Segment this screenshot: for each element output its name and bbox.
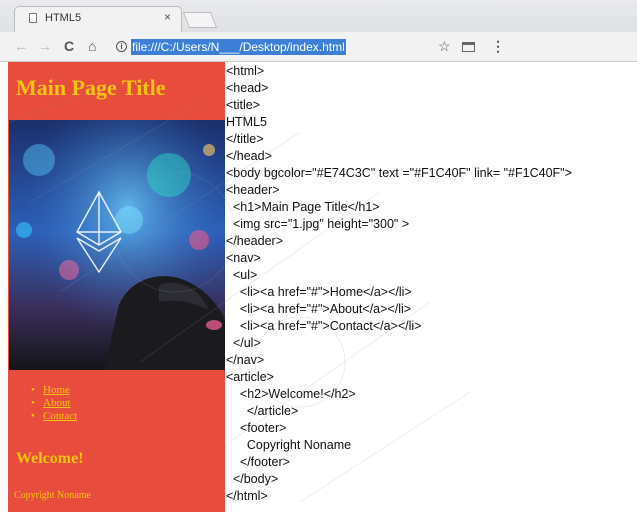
header-image [9, 120, 225, 370]
code-line: <footer> [226, 421, 287, 435]
code-line: </nav> [226, 353, 265, 367]
page-icon [29, 13, 37, 23]
code-line: Copyright Noname [226, 438, 352, 452]
code-line: <ul> [226, 268, 258, 282]
address-bar-url[interactable]: file:///C:/Users/N___/Desktop/index.html [131, 39, 346, 55]
footer-text: Copyright Noname [14, 490, 91, 501]
code-line: <li><a href="#">About</a></li> [226, 302, 412, 316]
browser-tab[interactable]: HTML5 × [14, 6, 182, 32]
home-icon[interactable]: ⌂ [88, 38, 96, 54]
info-icon[interactable]: i [116, 41, 127, 52]
code-line: </title> [226, 132, 264, 146]
code-line: <article> [226, 370, 274, 384]
code-line: <nav> [226, 251, 261, 265]
star-icon[interactable]: ☆ [438, 38, 451, 55]
code-line: </body> [226, 472, 279, 486]
code-line: <header> [226, 183, 280, 197]
nav-link-home[interactable]: Home [43, 384, 70, 396]
code-line: <li><a href="#">Home</a></li> [226, 285, 412, 299]
code-line: </html> [226, 489, 268, 503]
code-line: </footer> [226, 455, 290, 469]
article-heading: Welcome! [16, 450, 84, 467]
code-line: HTML5 [226, 115, 267, 129]
tab-title: HTML5 [45, 12, 82, 24]
extension-icon[interactable] [462, 42, 475, 52]
code-line: </head> [226, 149, 272, 163]
nav-item-about: • About [31, 397, 71, 409]
close-icon[interactable]: × [164, 10, 171, 24]
nav-item-contact: • Contact [31, 410, 78, 422]
code-line: <html> [226, 64, 265, 78]
nav-list: • Home • About • Contact [31, 384, 77, 423]
code-line: <title> [226, 98, 261, 112]
nav-link-contact[interactable]: Contact [43, 410, 77, 422]
code-line: <head> [226, 81, 269, 95]
rendered-page: Main Page Title • Home • About • Contact… [8, 62, 225, 512]
code-line: <h2>Welcome!</h2> [226, 387, 356, 401]
code-line: <body bgcolor="#E74C3C" text ="#F1C40F" … [226, 166, 572, 180]
menu-icon[interactable]: ⋮ [491, 38, 505, 55]
nav-link-about[interactable]: About [43, 397, 71, 409]
new-tab-button[interactable] [182, 12, 218, 28]
nav-item-home: • Home [31, 384, 70, 396]
code-line: <img src="1.jpg" height="300" > [226, 217, 410, 231]
code-line: </header> [226, 234, 283, 248]
browser-toolbar: ← → C ⌂ i file:///C:/Users/N___/Desktop/… [0, 32, 637, 62]
code-line: </ul> [226, 336, 261, 350]
tab-strip: HTML5 × [0, 0, 637, 32]
forward-arrow-icon[interactable]: → [38, 38, 52, 54]
reload-icon[interactable]: C [64, 38, 74, 54]
source-code-panel: <html> <head> <title> HTML5 </title> </head> <… [226, 62, 636, 512]
code-line: <li><a href="#">Contact</a></li> [226, 319, 422, 333]
back-arrow-icon[interactable]: ← [14, 38, 28, 54]
code-line: <h1>Main Page Title</h1> [226, 200, 380, 214]
code-line: </article> [226, 404, 299, 418]
page-title: Main Page Title [16, 75, 166, 100]
